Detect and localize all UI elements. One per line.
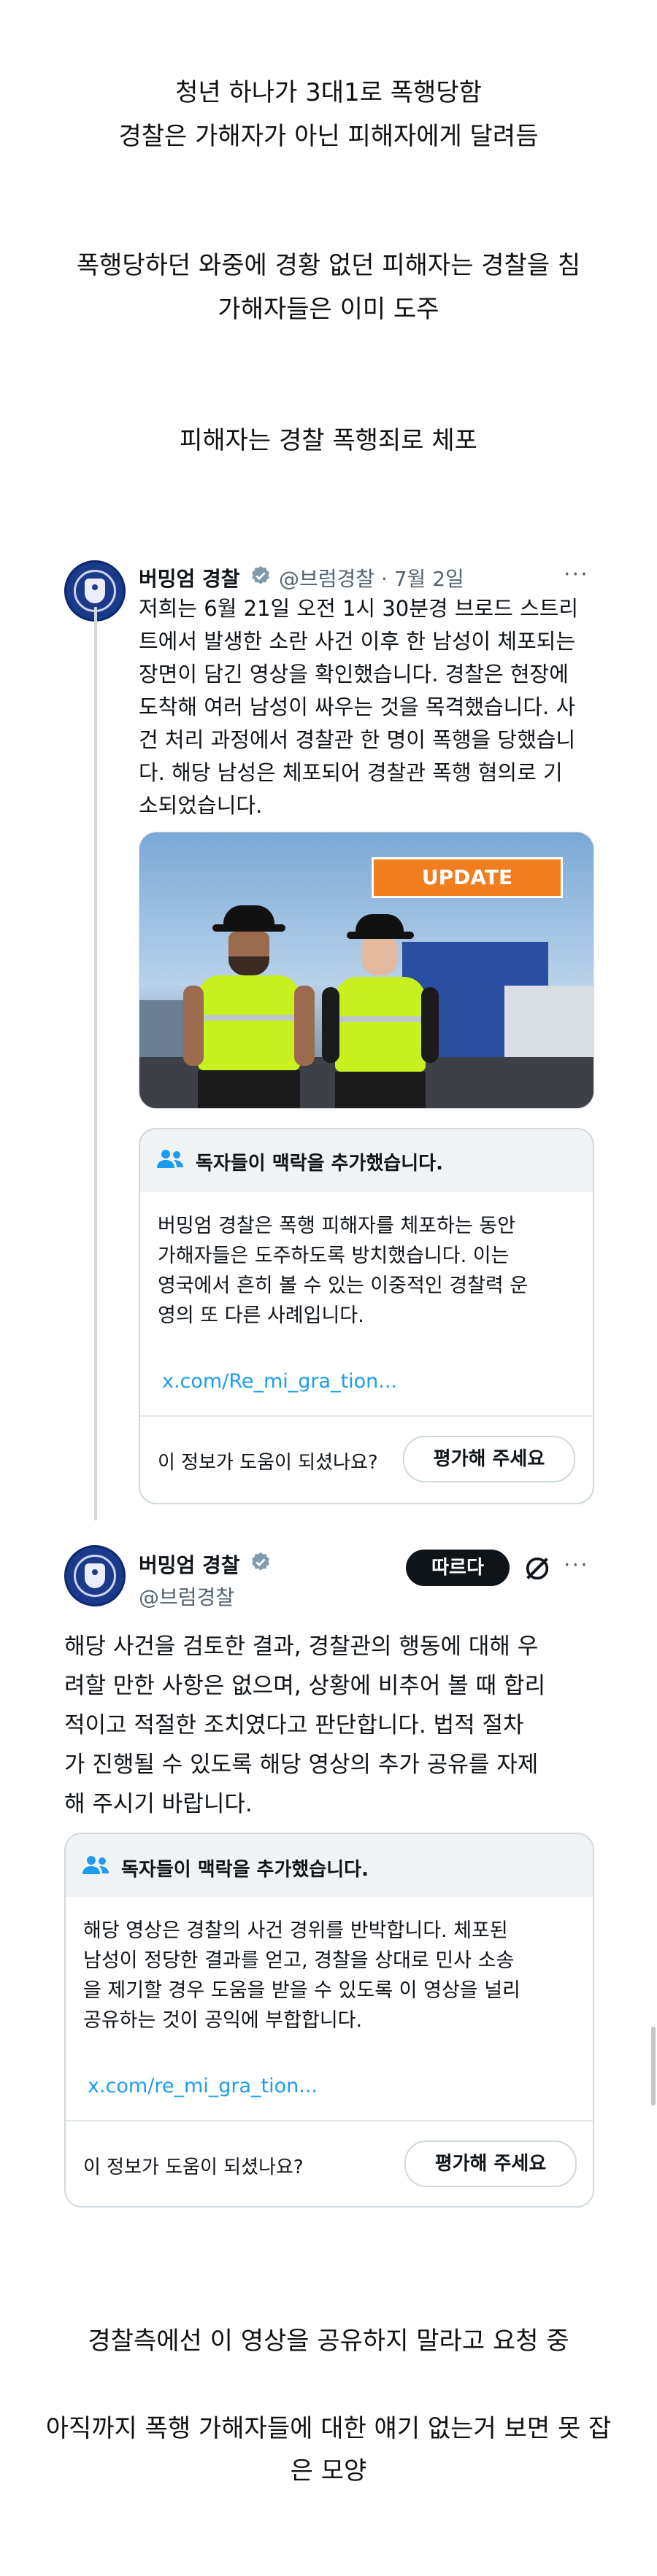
rate-it-button[interactable]: 평가해 주세요 [403,1436,575,1482]
caption-line: 가해자들은 이미 도주 [218,295,439,324]
tweet-body: 저희는 6월 21일 오전 1시 30분경 브로드 스트리 트에서 발생한 소란… [139,596,579,818]
people-icon [82,1856,109,1874]
note-header: 독자들이 맥락을 추가했습니다. [140,1129,593,1192]
follow-button[interactable]: 따르다 [406,1550,510,1586]
note-source-link[interactable]: x.com/Re_mi_gra_tion... [162,1370,397,1393]
tweet-body: 해당 사건을 검토한 결과, 경찰관의 행동에 대해 우 려할 만한 사항은 없… [64,1633,546,1817]
note-text: 해당 영상은 경찰의 사건 경위를 반박합니다. 체포된 남성이 정당한 결과를… [83,1919,520,2032]
police-officer-figure [322,914,439,1108]
caption-line: 경찰은 가해자가 아닌 피해자에게 달려듬 [118,122,539,151]
rate-it-button[interactable]: 평가해 주세요 [404,2140,577,2187]
verified-badge-icon [252,565,269,584]
people-icon [157,1150,183,1168]
note-source-link[interactable]: x.com/re_mi_gra_tion... [88,2075,318,2097]
handle-date: @브럼경찰 · 7월 2일 [279,567,464,591]
handle: @브럼경찰 [139,1585,235,1609]
verified-badge-icon [252,1552,269,1571]
note-text: 버밍엄 경찰은 폭행 피해자를 체포하는 동안 가해자들은 도주하도록 방치했습… [158,1215,529,1327]
helpful-question: 이 정보가 도움이 되셨나요? [83,2157,304,2178]
thread-line [94,607,97,1520]
caption-line: 피해자는 경찰 폭행죄로 체포 [180,426,477,455]
police-officer-figure [183,905,315,1108]
caption-line: 은 모양 [290,2456,367,2486]
note-header: 독자들이 맥락을 추가했습니다. [66,1834,593,1897]
caption-line: 청년 하나가 3대1로 폭행당함 [175,78,482,107]
display-name[interactable]: 버밍엄 경찰 [139,1550,240,1579]
more-options-icon[interactable]: ··· [564,562,589,587]
tweet-media-image[interactable]: UPDATE [139,832,594,1109]
caption-line: 경찰측에선 이 영상을 공유하지 말라고 요청 중 [88,2326,569,2356]
more-options-icon[interactable]: ··· [564,1552,589,1578]
avatar[interactable] [64,1545,126,1606]
community-note: 독자들이 맥락을 추가했습니다. 해당 영상은 경찰의 사건 경위를 반박합니다… [64,1833,594,2208]
update-badge: UPDATE [372,857,563,898]
helpful-question: 이 정보가 도움이 되셨나요? [158,1452,378,1474]
caption-line: 아직까지 폭행 가해자들에 대한 얘기 없는거 보면 못 잡 [45,2414,612,2443]
caption-line: 폭행당하던 와중에 경황 없던 피해자는 경찰을 침 [76,251,581,280]
grok-icon[interactable] [523,1554,552,1583]
display-name[interactable]: 버밍엄 경찰 [139,563,240,592]
scrollbar[interactable] [651,2027,656,2105]
community-note: 독자들이 맥락을 추가했습니다. 버밍엄 경찰은 폭행 피해자를 체포하는 동안… [139,1128,594,1504]
